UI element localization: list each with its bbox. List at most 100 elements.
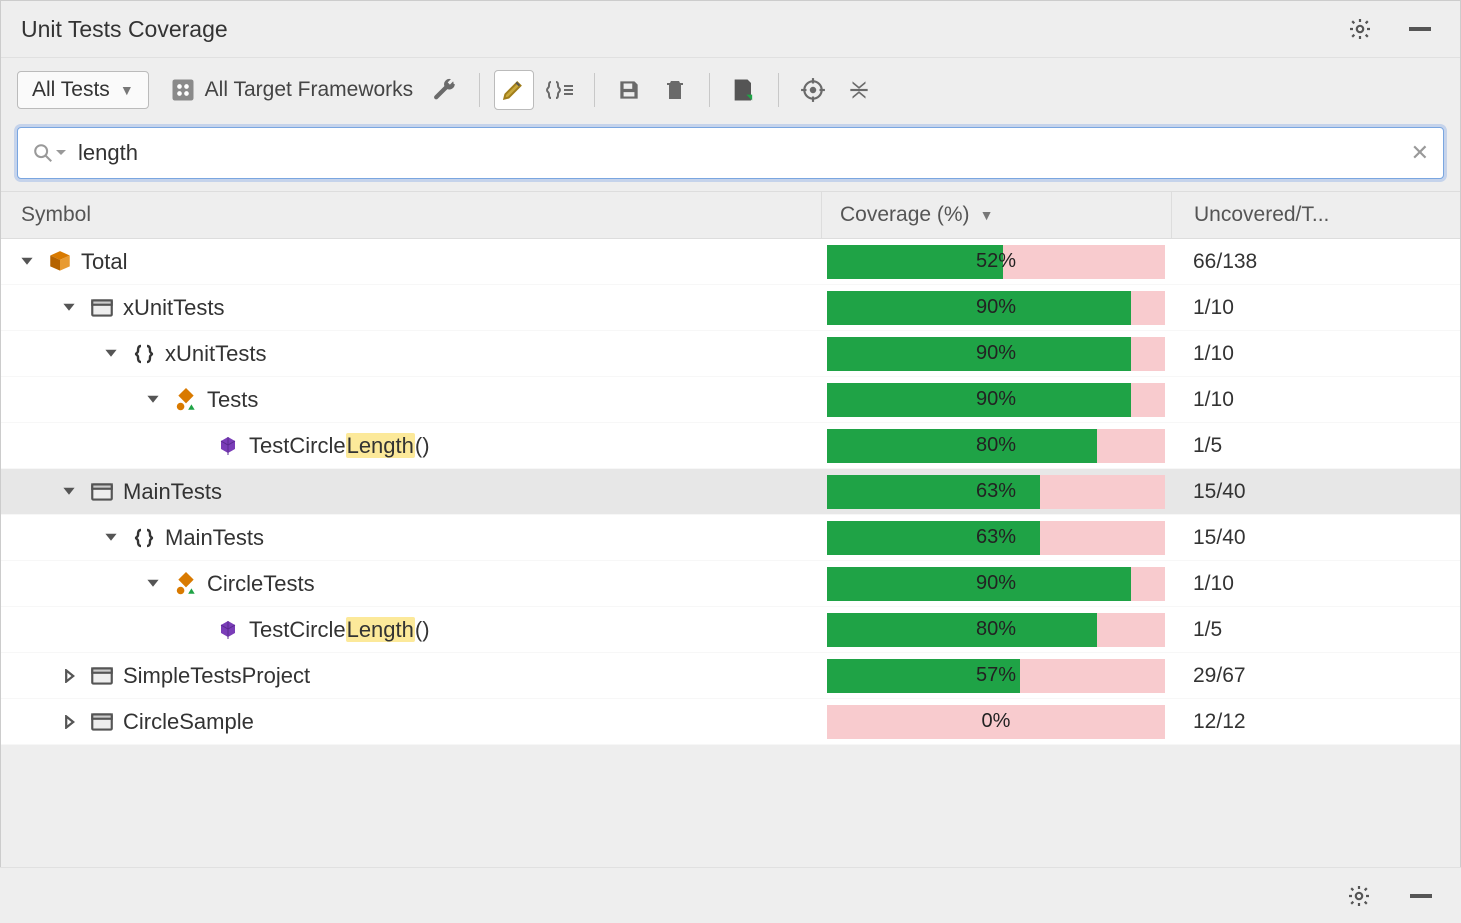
- search-container: ✕: [1, 121, 1460, 191]
- symbol-label: SimpleTestsProject: [123, 663, 310, 689]
- coverage-cell: 90%: [821, 337, 1171, 371]
- clear-search-icon[interactable]: ✕: [1411, 140, 1429, 166]
- trash-icon[interactable]: [655, 70, 695, 110]
- uncovered-cell: 15/40: [1171, 480, 1460, 504]
- tests-scope-dropdown[interactable]: All Tests ▼: [17, 71, 149, 109]
- coverage-cell: 80%: [821, 613, 1171, 647]
- chevron-down-icon[interactable]: [141, 388, 165, 412]
- tree-row[interactable]: MainTests63%15/40: [1, 515, 1460, 561]
- minimize-icon[interactable]: [1401, 876, 1441, 916]
- collapse-all-icon[interactable]: [839, 70, 879, 110]
- coverage-cell: 90%: [821, 567, 1171, 601]
- symbol-cell: SimpleTestsProject: [1, 663, 821, 689]
- chevron-down-icon[interactable]: [99, 526, 123, 550]
- coverage-percent-label: 90%: [827, 567, 1165, 601]
- frameworks-label: All Target Frameworks: [205, 78, 414, 102]
- project-icon: [89, 479, 115, 505]
- toolbar: All Tests ▼ All Target Frameworks: [1, 57, 1460, 121]
- coverage-cell: 57%: [821, 659, 1171, 693]
- coverage-bar: 80%: [827, 429, 1165, 463]
- tree-row[interactable]: Total52%66/138: [1, 239, 1460, 285]
- tree-row[interactable]: xUnitTests90%1/10: [1, 285, 1460, 331]
- uncovered-cell: 29/67: [1171, 664, 1460, 688]
- chevron-down-icon[interactable]: [15, 250, 39, 274]
- chevron-down-icon[interactable]: [99, 342, 123, 366]
- braces-indent-icon[interactable]: [540, 70, 580, 110]
- toolbar-separator: [479, 73, 480, 107]
- chevron-right-icon[interactable]: [57, 664, 81, 688]
- total-icon: [47, 249, 73, 275]
- export-icon[interactable]: [724, 70, 764, 110]
- panel-title: Unit Tests Coverage: [21, 16, 228, 43]
- coverage-bar: 63%: [827, 521, 1165, 555]
- coverage-cell: 63%: [821, 521, 1171, 555]
- minimize-icon[interactable]: [1400, 9, 1440, 49]
- symbol-cell: xUnitTests: [1, 341, 821, 367]
- wrench-icon[interactable]: [425, 70, 465, 110]
- symbol-label: TestCircleLength(): [249, 617, 430, 643]
- header-controls: [1340, 9, 1440, 49]
- namespace-icon: [131, 341, 157, 367]
- chevron-down-icon[interactable]: [141, 572, 165, 596]
- namespace-icon: [131, 525, 157, 551]
- search-input[interactable]: [66, 140, 1411, 166]
- dropdown-label: All Tests: [32, 78, 110, 102]
- coverage-bar: 0%: [827, 705, 1165, 739]
- coverage-bar: 90%: [827, 567, 1165, 601]
- tree-row[interactable]: TestCircleLength() 80%1/5: [1, 423, 1460, 469]
- column-symbol[interactable]: Symbol: [1, 203, 821, 227]
- target-icon[interactable]: [793, 70, 833, 110]
- uncovered-cell: 1/10: [1171, 296, 1460, 320]
- tree-row[interactable]: CircleTests 90%1/10: [1, 561, 1460, 607]
- column-headers: Symbol Coverage (%) ▼ Uncovered/T...: [1, 191, 1460, 239]
- symbol-label: MainTests: [123, 479, 222, 505]
- tree-row[interactable]: xUnitTests90%1/10: [1, 331, 1460, 377]
- tree-row[interactable]: MainTests63%15/40: [1, 469, 1460, 515]
- gear-icon[interactable]: [1340, 9, 1380, 49]
- gear-icon[interactable]: [1339, 876, 1379, 916]
- symbol-cell: MainTests: [1, 525, 821, 551]
- coverage-bar: 80%: [827, 613, 1165, 647]
- coverage-tree: Total52%66/138xUnitTests90%1/10xUnitTest…: [1, 239, 1460, 745]
- coverage-percent-label: 80%: [827, 613, 1165, 647]
- tree-row[interactable]: CircleSample 0%12/12: [1, 699, 1460, 745]
- coverage-bar: 57%: [827, 659, 1165, 693]
- symbol-label: CircleTests: [207, 571, 315, 597]
- toolbar-separator: [778, 73, 779, 107]
- symbol-cell: TestCircleLength(): [1, 433, 821, 459]
- method-icon: [215, 433, 241, 459]
- tree-row[interactable]: SimpleTestsProject 57%29/67: [1, 653, 1460, 699]
- symbol-label: CircleSample: [123, 709, 254, 735]
- symbol-cell: CircleSample: [1, 709, 821, 735]
- class-icon: [173, 387, 199, 413]
- uncovered-cell: 1/10: [1171, 388, 1460, 412]
- coverage-bar: 90%: [827, 337, 1165, 371]
- symbol-label: TestCircleLength(): [249, 433, 430, 459]
- uncovered-cell: 12/12: [1171, 710, 1460, 734]
- highlight-icon[interactable]: [494, 70, 534, 110]
- tree-row[interactable]: Tests 90%1/10: [1, 377, 1460, 423]
- column-uncovered[interactable]: Uncovered/T...: [1171, 192, 1460, 238]
- symbol-label: Tests: [207, 387, 258, 413]
- coverage-percent-label: 0%: [827, 705, 1165, 739]
- symbol-cell: CircleTests: [1, 571, 821, 597]
- chevron-down-icon[interactable]: [57, 296, 81, 320]
- chevron-down-icon[interactable]: [57, 480, 81, 504]
- chevron-right-icon[interactable]: [57, 710, 81, 734]
- coverage-cell: 80%: [821, 429, 1171, 463]
- column-coverage[interactable]: Coverage (%) ▼: [821, 192, 1171, 238]
- toolbar-separator: [594, 73, 595, 107]
- uncovered-cell: 1/5: [1171, 618, 1460, 642]
- frameworks-selector[interactable]: All Target Frameworks: [163, 72, 420, 108]
- uncovered-cell: 1/5: [1171, 434, 1460, 458]
- project-icon: [89, 663, 115, 689]
- class-icon: [173, 571, 199, 597]
- save-icon[interactable]: [609, 70, 649, 110]
- coverage-percent-label: 57%: [827, 659, 1165, 693]
- coverage-bar: 90%: [827, 383, 1165, 417]
- tree-row[interactable]: TestCircleLength() 80%1/5: [1, 607, 1460, 653]
- column-coverage-label: Coverage (%): [840, 203, 970, 227]
- sort-desc-icon: ▼: [980, 207, 994, 223]
- uncovered-cell: 1/10: [1171, 572, 1460, 596]
- coverage-cell: 90%: [821, 291, 1171, 325]
